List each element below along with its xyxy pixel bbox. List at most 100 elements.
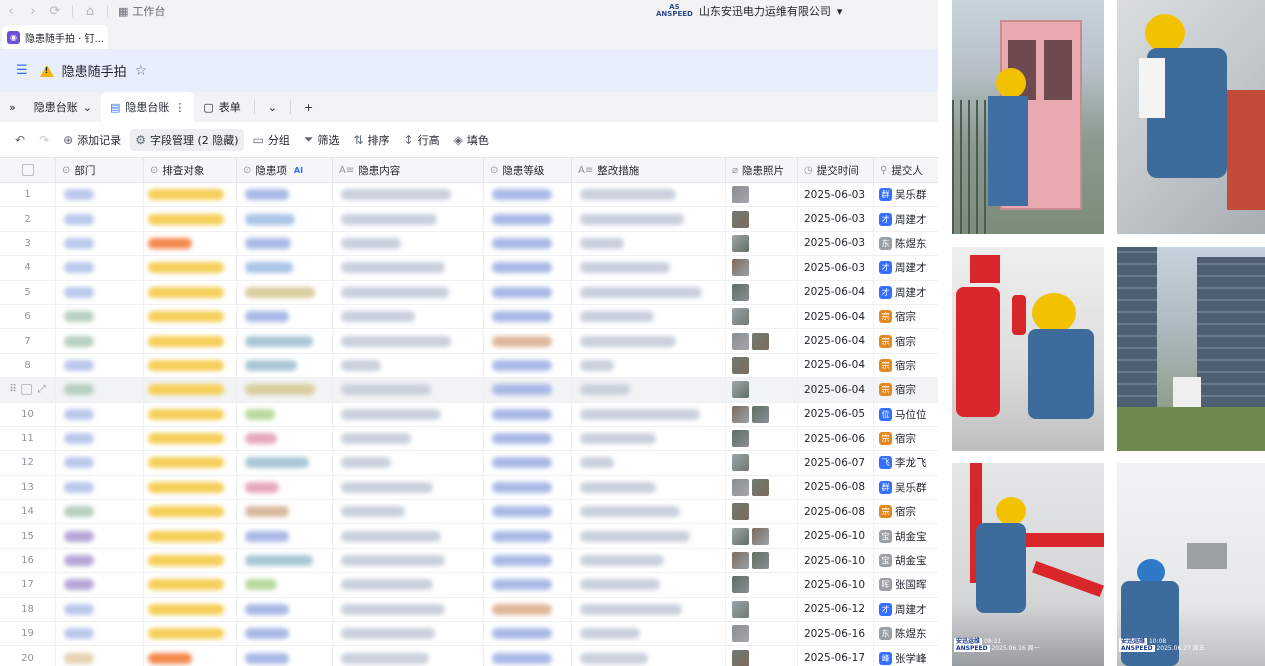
undo-button[interactable]: ↶ bbox=[10, 129, 30, 151]
row-number[interactable]: 20 bbox=[0, 646, 56, 666]
item-cell[interactable] bbox=[237, 231, 333, 256]
level-cell[interactable] bbox=[484, 622, 572, 646]
photos-cell[interactable] bbox=[726, 451, 798, 475]
browser-tab[interactable]: ◉ 隐患随手拍 · 钉... bbox=[2, 25, 108, 49]
dept-cell[interactable] bbox=[56, 426, 144, 451]
photos-cell[interactable] bbox=[726, 280, 798, 304]
target-cell[interactable] bbox=[144, 548, 237, 573]
photo-thumbnail[interactable] bbox=[732, 649, 749, 666]
level-cell[interactable] bbox=[484, 500, 572, 524]
column-target[interactable]: ⊙ 排查对象 bbox=[144, 158, 237, 182]
submitter-cell[interactable]: 位马位位 bbox=[874, 403, 938, 426]
item-cell[interactable] bbox=[237, 500, 333, 524]
item-cell[interactable] bbox=[237, 597, 333, 622]
target-cell[interactable] bbox=[144, 597, 237, 622]
photo-thumbnail[interactable] bbox=[732, 405, 749, 423]
item-cell[interactable] bbox=[237, 622, 333, 646]
time-cell[interactable]: 2025-06-03 bbox=[798, 207, 874, 231]
table-row[interactable]: 11 2025-06-06 宗宿宗 bbox=[0, 426, 938, 452]
submitter-cell[interactable]: 晖张国晖 bbox=[874, 573, 938, 596]
star-icon[interactable]: ☆ bbox=[135, 63, 148, 79]
photo-thumbnail[interactable] bbox=[732, 430, 749, 448]
table-row[interactable]: 12 2025-06-07 飞李龙飞 bbox=[0, 451, 938, 476]
dept-cell[interactable] bbox=[56, 207, 144, 231]
column-dept[interactable]: ⊙ 部门 bbox=[56, 158, 144, 182]
submitter-cell[interactable]: 飞李龙飞 bbox=[874, 451, 938, 474]
row-number[interactable]: 19 bbox=[0, 622, 56, 646]
content-cell[interactable] bbox=[333, 500, 484, 524]
submitter-cell[interactable]: 宗宿宗 bbox=[874, 378, 938, 401]
photo-thumbnail[interactable] bbox=[732, 454, 749, 472]
row-number[interactable]: 1 bbox=[0, 183, 56, 207]
time-cell[interactable]: 2025-06-08 bbox=[798, 500, 874, 524]
time-cell[interactable]: 2025-06-10 bbox=[798, 548, 874, 573]
table-row[interactable]: ⠿ ⤢ 2025-06-04 宗宿宗 bbox=[0, 378, 938, 403]
measure-cell[interactable] bbox=[572, 304, 726, 329]
level-cell[interactable] bbox=[484, 183, 572, 207]
row-number[interactable]: 14 bbox=[0, 500, 56, 524]
home-icon[interactable]: ⌂ bbox=[79, 4, 101, 19]
target-cell[interactable] bbox=[144, 622, 237, 646]
org-switcher[interactable]: AS ANSPEED 山东安迅电力运维有限公司 ▾ bbox=[656, 3, 842, 19]
row-number[interactable]: 15 bbox=[0, 524, 56, 548]
photo-thumbnail[interactable] bbox=[732, 210, 749, 228]
item-cell[interactable] bbox=[237, 451, 333, 475]
add-record-button[interactable]: ⊕ 添加记录 bbox=[58, 129, 126, 151]
level-cell[interactable] bbox=[484, 280, 572, 304]
photos-cell[interactable] bbox=[726, 646, 798, 666]
dept-cell[interactable] bbox=[56, 451, 144, 475]
photo-thumbnail[interactable] bbox=[732, 356, 749, 374]
photo-inspection-cabinet[interactable] bbox=[952, 0, 1104, 234]
dept-cell[interactable] bbox=[56, 231, 144, 256]
level-cell[interactable] bbox=[484, 378, 572, 402]
level-cell[interactable] bbox=[484, 426, 572, 451]
table-row[interactable]: 8 2025-06-04 宗宿宗 bbox=[0, 353, 938, 379]
submitter-cell[interactable]: 才周建才 bbox=[874, 281, 938, 304]
measure-cell[interactable] bbox=[572, 500, 726, 524]
photo-thumbnail[interactable] bbox=[752, 527, 769, 545]
dept-cell[interactable] bbox=[56, 573, 144, 597]
measure-cell[interactable] bbox=[572, 280, 726, 304]
target-cell[interactable] bbox=[144, 280, 237, 304]
content-cell[interactable] bbox=[333, 280, 484, 304]
content-cell[interactable] bbox=[333, 573, 484, 597]
content-cell[interactable] bbox=[333, 231, 484, 256]
row-number[interactable]: 10 bbox=[0, 402, 56, 426]
photo-fire-extinguisher[interactable] bbox=[952, 247, 1104, 451]
submitter-cell[interactable]: 峰张学峰 bbox=[874, 646, 938, 666]
photo-thumbnail[interactable] bbox=[732, 503, 749, 521]
target-cell[interactable] bbox=[144, 451, 237, 475]
table-row[interactable]: 6 2025-06-04 宗宿宗 bbox=[0, 304, 938, 330]
photos-cell[interactable] bbox=[726, 597, 798, 622]
item-cell[interactable] bbox=[237, 256, 333, 280]
submitter-cell[interactable]: 才周建才 bbox=[874, 598, 938, 621]
target-cell[interactable] bbox=[144, 646, 237, 666]
level-cell[interactable] bbox=[484, 548, 572, 573]
photos-cell[interactable] bbox=[726, 402, 798, 426]
time-cell[interactable]: 2025-06-17 bbox=[798, 646, 874, 666]
content-cell[interactable] bbox=[333, 597, 484, 622]
time-cell[interactable]: 2025-06-12 bbox=[798, 597, 874, 622]
row-number[interactable]: 11 bbox=[0, 426, 56, 451]
measure-cell[interactable] bbox=[572, 378, 726, 402]
target-cell[interactable] bbox=[144, 378, 237, 402]
content-cell[interactable] bbox=[333, 548, 484, 573]
content-cell[interactable] bbox=[333, 402, 484, 426]
time-cell[interactable]: 2025-06-06 bbox=[798, 426, 874, 451]
photos-cell[interactable] bbox=[726, 500, 798, 524]
row-height-button[interactable]: ↕ 行高 bbox=[399, 129, 445, 151]
target-cell[interactable] bbox=[144, 329, 237, 353]
dept-cell[interactable] bbox=[56, 597, 144, 622]
expand-icon[interactable]: ⤢ bbox=[38, 384, 46, 395]
photo-thumbnail[interactable] bbox=[752, 405, 769, 423]
level-cell[interactable] bbox=[484, 207, 572, 231]
photos-cell[interactable] bbox=[726, 524, 798, 548]
target-cell[interactable] bbox=[144, 402, 237, 426]
measure-cell[interactable] bbox=[572, 402, 726, 426]
measure-cell[interactable] bbox=[572, 475, 726, 500]
row-number[interactable]: 6 bbox=[0, 304, 56, 329]
tab-ledger-dropdown[interactable]: 隐患台账 ⌄ bbox=[25, 92, 101, 122]
target-cell[interactable] bbox=[144, 207, 237, 231]
time-cell[interactable]: 2025-06-04 bbox=[798, 378, 874, 402]
submitter-cell[interactable]: 才周建才 bbox=[874, 207, 938, 230]
